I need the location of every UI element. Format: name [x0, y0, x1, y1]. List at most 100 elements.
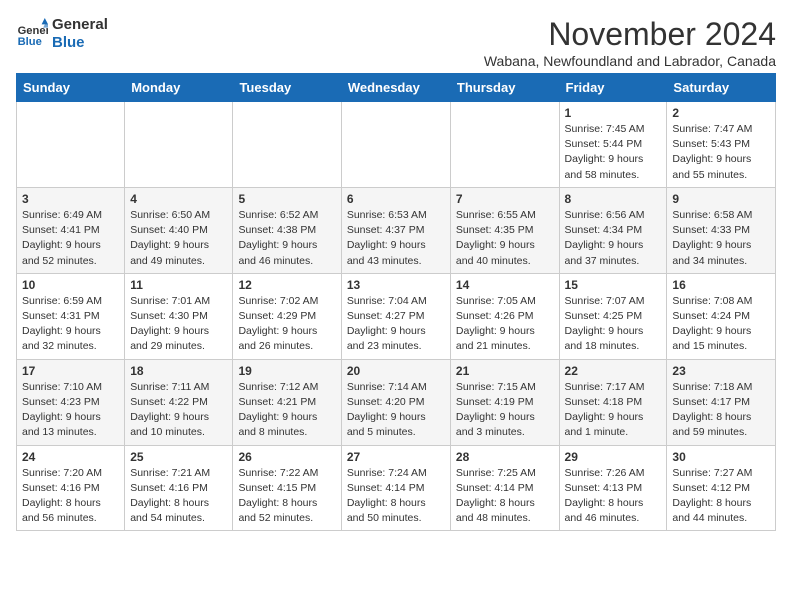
day-number: 29 [565, 450, 662, 464]
calendar-day-cell [341, 102, 450, 188]
page-header: General Blue General Blue November 2024 … [16, 16, 776, 69]
day-info: Sunrise: 7:26 AM Sunset: 4:13 PM Dayligh… [565, 466, 662, 527]
day-info: Sunrise: 7:27 AM Sunset: 4:12 PM Dayligh… [672, 466, 770, 527]
day-number: 19 [238, 364, 335, 378]
calendar-day-cell: 27Sunrise: 7:24 AM Sunset: 4:14 PM Dayli… [341, 445, 450, 531]
calendar-day-cell [17, 102, 125, 188]
day-number: 9 [672, 192, 770, 206]
location-title: Wabana, Newfoundland and Labrador, Canad… [484, 53, 776, 69]
calendar-day-cell: 2 Sunrise: 7:47 AM Sunset: 5:43 PM Daylig… [667, 102, 776, 188]
calendar-day-cell: 23 Sunrise: 7:18 AM Sunset: 4:17 PM Dayli… [667, 359, 776, 445]
dow-cell: Friday [559, 74, 667, 102]
day-number: 21 [456, 364, 554, 378]
calendar-day-cell: 1 Sunrise: 7:45 AM Sunset: 5:44 PM Daylig… [559, 102, 667, 188]
logo-line1: General [52, 16, 108, 34]
day-info: Sunrise: 6:55 AM Sunset: 4:35 PM Dayligh… [456, 208, 554, 269]
calendar-week-row: 24 Sunrise: 7:20 AM Sunset: 4:16 PM Dayli… [17, 445, 776, 531]
month-title: November 2024 [484, 16, 776, 53]
calendar-week-row: 1 Sunrise: 7:45 AM Sunset: 5:44 PM Daylig… [17, 102, 776, 188]
day-info: Sunrise: 7:22 AM Sunset: 4:15 PM Dayligh… [238, 466, 335, 527]
day-info: Sunrise: 7:45 AM Sunset: 5:44 PM Dayligh… [565, 122, 662, 183]
day-info: Sunrise: 7:17 AM Sunset: 4:18 PM Dayligh… [565, 380, 662, 441]
day-info: Sunrise: 7:05 AM Sunset: 4:26 PM Dayligh… [456, 294, 554, 355]
dow-cell: Tuesday [233, 74, 341, 102]
calendar-day-cell: 14Sunrise: 7:05 AM Sunset: 4:26 PM Dayli… [450, 273, 559, 359]
day-number: 13 [347, 278, 445, 292]
calendar-day-cell: 15 Sunrise: 7:07 AM Sunset: 4:25 PM Dayli… [559, 273, 667, 359]
dow-cell: Monday [125, 74, 233, 102]
calendar-day-cell: 17Sunrise: 7:10 AM Sunset: 4:23 PM Dayli… [17, 359, 125, 445]
day-info: Sunrise: 6:52 AM Sunset: 4:38 PM Dayligh… [238, 208, 335, 269]
logo-line2: Blue [52, 34, 108, 52]
day-of-week-header: SundayMondayTuesdayWednesdayThursdayFrid… [17, 74, 776, 102]
svg-text:Blue: Blue [18, 36, 42, 48]
day-number: 15 [565, 278, 662, 292]
calendar-day-cell: 21 Sunrise: 7:15 AM Sunset: 4:19 PM Dayli… [450, 359, 559, 445]
day-info: Sunrise: 7:18 AM Sunset: 4:17 PM Dayligh… [672, 380, 770, 441]
calendar-day-cell: 3 Sunrise: 6:49 AM Sunset: 4:41 PM Daylig… [17, 187, 125, 273]
calendar-day-cell: 10 Sunrise: 6:59 AM Sunset: 4:31 PM Dayli… [17, 273, 125, 359]
calendar-day-cell: 24 Sunrise: 7:20 AM Sunset: 4:16 PM Dayli… [17, 445, 125, 531]
day-info: Sunrise: 7:20 AM Sunset: 4:16 PM Dayligh… [22, 466, 119, 527]
day-number: 10 [22, 278, 119, 292]
calendar-day-cell: 19 Sunrise: 7:12 AM Sunset: 4:21 PM Dayli… [233, 359, 341, 445]
day-number: 1 [565, 106, 662, 120]
day-number: 8 [565, 192, 662, 206]
calendar-day-cell: 12Sunrise: 7:02 AM Sunset: 4:29 PM Dayli… [233, 273, 341, 359]
day-info: Sunrise: 7:21 AM Sunset: 4:16 PM Dayligh… [130, 466, 227, 527]
calendar-week-row: 10 Sunrise: 6:59 AM Sunset: 4:31 PM Dayli… [17, 273, 776, 359]
day-info: Sunrise: 6:56 AM Sunset: 4:34 PM Dayligh… [565, 208, 662, 269]
day-info: Sunrise: 7:07 AM Sunset: 4:25 PM Dayligh… [565, 294, 662, 355]
day-info: Sunrise: 7:12 AM Sunset: 4:21 PM Dayligh… [238, 380, 335, 441]
calendar-day-cell: 8 Sunrise: 6:56 AM Sunset: 4:34 PM Daylig… [559, 187, 667, 273]
day-number: 18 [130, 364, 227, 378]
day-info: Sunrise: 7:01 AM Sunset: 4:30 PM Dayligh… [130, 294, 227, 355]
calendar-day-cell: 16 Sunrise: 7:08 AM Sunset: 4:24 PM Dayli… [667, 273, 776, 359]
svg-text:General: General [18, 25, 48, 37]
calendar-day-cell: 11Sunrise: 7:01 AM Sunset: 4:30 PM Dayli… [125, 273, 233, 359]
day-info: Sunrise: 7:08 AM Sunset: 4:24 PM Dayligh… [672, 294, 770, 355]
day-number: 6 [347, 192, 445, 206]
day-number: 2 [672, 106, 770, 120]
day-info: Sunrise: 7:25 AM Sunset: 4:14 PM Dayligh… [456, 466, 554, 527]
calendar-day-cell: 9 Sunrise: 6:58 AM Sunset: 4:33 PM Daylig… [667, 187, 776, 273]
calendar-day-cell: 18Sunrise: 7:11 AM Sunset: 4:22 PM Dayli… [125, 359, 233, 445]
day-number: 22 [565, 364, 662, 378]
day-number: 27 [347, 450, 445, 464]
day-number: 3 [22, 192, 119, 206]
calendar-day-cell: 29 Sunrise: 7:26 AM Sunset: 4:13 PM Dayli… [559, 445, 667, 531]
calendar-week-row: 17Sunrise: 7:10 AM Sunset: 4:23 PM Dayli… [17, 359, 776, 445]
day-number: 26 [238, 450, 335, 464]
day-number: 4 [130, 192, 227, 206]
calendar-day-cell [233, 102, 341, 188]
day-number: 24 [22, 450, 119, 464]
day-info: Sunrise: 6:53 AM Sunset: 4:37 PM Dayligh… [347, 208, 445, 269]
calendar-day-cell: 25Sunrise: 7:21 AM Sunset: 4:16 PM Dayli… [125, 445, 233, 531]
logo: General Blue General Blue [16, 16, 108, 52]
day-info: Sunrise: 7:47 AM Sunset: 5:43 PM Dayligh… [672, 122, 770, 183]
day-info: Sunrise: 6:59 AM Sunset: 4:31 PM Dayligh… [22, 294, 119, 355]
day-info: Sunrise: 6:49 AM Sunset: 4:41 PM Dayligh… [22, 208, 119, 269]
calendar-body: 1 Sunrise: 7:45 AM Sunset: 5:44 PM Daylig… [17, 102, 776, 531]
day-info: Sunrise: 7:14 AM Sunset: 4:20 PM Dayligh… [347, 380, 445, 441]
calendar-table: SundayMondayTuesdayWednesdayThursdayFrid… [16, 73, 776, 531]
calendar-day-cell: 20 Sunrise: 7:14 AM Sunset: 4:20 PM Dayli… [341, 359, 450, 445]
day-number: 5 [238, 192, 335, 206]
day-number: 16 [672, 278, 770, 292]
day-info: Sunrise: 7:15 AM Sunset: 4:19 PM Dayligh… [456, 380, 554, 441]
dow-cell: Saturday [667, 74, 776, 102]
dow-cell: Thursday [450, 74, 559, 102]
day-info: Sunrise: 6:50 AM Sunset: 4:40 PM Dayligh… [130, 208, 227, 269]
day-number: 23 [672, 364, 770, 378]
calendar-day-cell: 26 Sunrise: 7:22 AM Sunset: 4:15 PM Dayli… [233, 445, 341, 531]
calendar-day-cell: 30Sunrise: 7:27 AM Sunset: 4:12 PM Dayli… [667, 445, 776, 531]
day-number: 12 [238, 278, 335, 292]
calendar-day-cell: 4 Sunrise: 6:50 AM Sunset: 4:40 PM Daylig… [125, 187, 233, 273]
calendar-day-cell: 6 Sunrise: 6:53 AM Sunset: 4:37 PM Daylig… [341, 187, 450, 273]
dow-cell: Wednesday [341, 74, 450, 102]
calendar-day-cell: 22 Sunrise: 7:17 AM Sunset: 4:18 PM Dayli… [559, 359, 667, 445]
calendar-day-cell: 5 Sunrise: 6:52 AM Sunset: 4:38 PM Daylig… [233, 187, 341, 273]
day-number: 20 [347, 364, 445, 378]
calendar-day-cell: 28Sunrise: 7:25 AM Sunset: 4:14 PM Dayli… [450, 445, 559, 531]
day-info: Sunrise: 6:58 AM Sunset: 4:33 PM Dayligh… [672, 208, 770, 269]
